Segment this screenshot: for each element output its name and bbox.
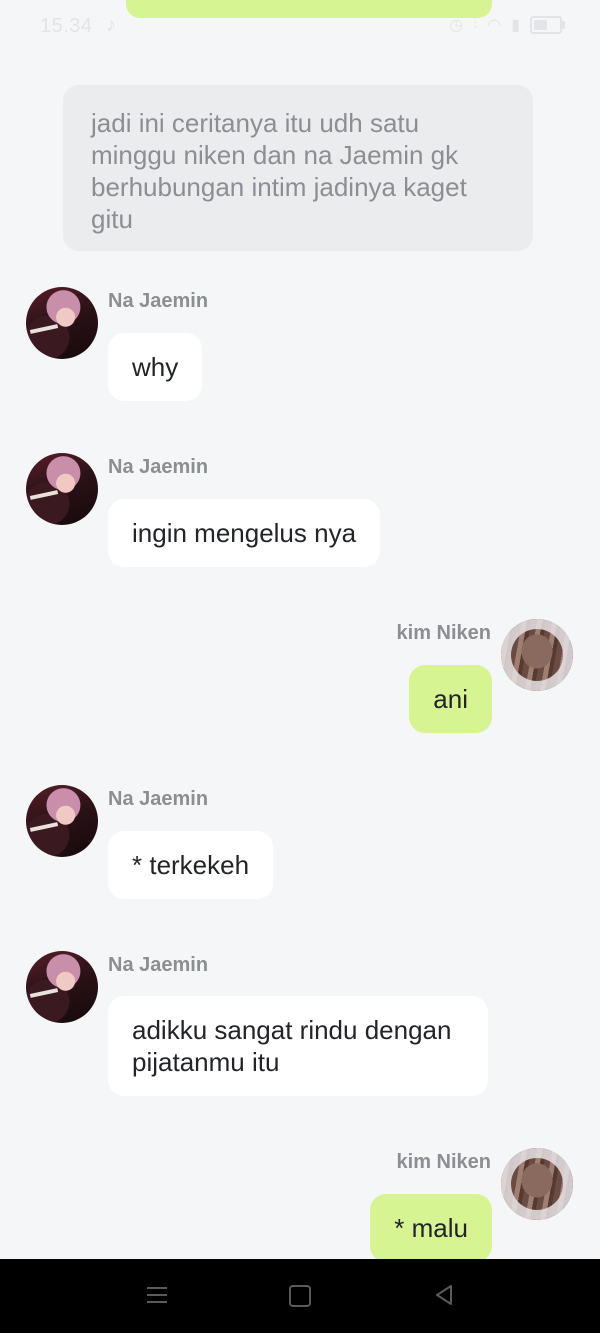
vibrate-icon: ⫶: [473, 16, 478, 33]
sender-name: Na Jaemin: [108, 788, 209, 810]
message-bubble[interactable]: ani: [409, 665, 492, 733]
navigation-bar: [0, 1259, 600, 1333]
status-time: 15.34: [40, 15, 93, 37]
sender-name: Na Jaemin: [108, 456, 209, 478]
previous-message-bubble: [126, 0, 492, 18]
sender-name: kim Niken: [396, 1151, 491, 1173]
avatar-na-jaemin[interactable]: [26, 785, 98, 857]
status-icons: ◷ ⫶ ◠ ▮: [449, 15, 565, 35]
sender-name: kim Niken: [396, 622, 491, 644]
avatar-kim-niken[interactable]: [501, 1148, 573, 1220]
battery-level: [534, 20, 547, 30]
avatar-na-jaemin[interactable]: [26, 951, 98, 1023]
avatar-na-jaemin[interactable]: [26, 453, 98, 525]
home-icon[interactable]: [289, 1285, 311, 1307]
sender-name: Na Jaemin: [108, 954, 209, 976]
back-icon[interactable]: [434, 1284, 454, 1306]
wifi-icon: ◠: [487, 17, 502, 34]
alarm-icon: ◷: [449, 17, 464, 34]
sender-name: Na Jaemin: [108, 290, 209, 312]
avatar-na-jaemin[interactable]: [26, 287, 98, 359]
message-bubble[interactable]: adikku sangat rindu dengan pijatanmu itu: [108, 996, 488, 1096]
music-note-icon: ♪: [106, 14, 116, 36]
battery-icon: [530, 16, 565, 34]
message-bubble[interactable]: * malu: [370, 1194, 492, 1262]
message-bubble[interactable]: * terkekeh: [108, 831, 274, 899]
menu-icon[interactable]: [147, 1287, 167, 1303]
narration-bubble: jadi ini ceritanya itu udh satu minggu n…: [63, 85, 533, 251]
signal-icon: ▮: [511, 17, 520, 34]
message-bubble[interactable]: ingin mengelus nya: [108, 499, 381, 567]
message-bubble[interactable]: why: [108, 333, 203, 401]
avatar-kim-niken[interactable]: [501, 619, 573, 691]
